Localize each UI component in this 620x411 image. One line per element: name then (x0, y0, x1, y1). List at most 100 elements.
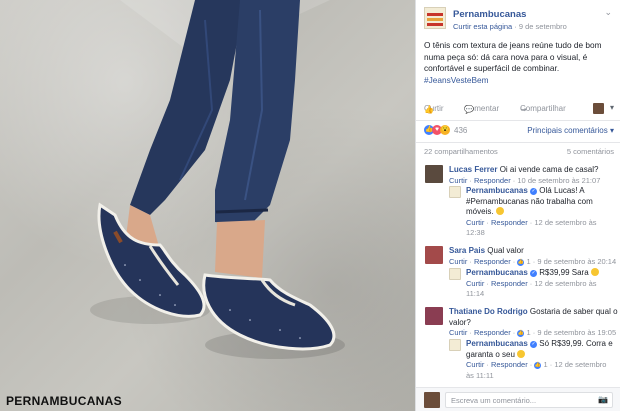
verified-badge-icon: ✓ (530, 270, 538, 277)
shoe-illustration (90, 0, 345, 359)
comment-meta: Curtir · Responder · 👍 1 · 12 de setembr… (466, 360, 607, 369)
comment-text: Só R$39,99. Corra e (539, 339, 613, 348)
comment-text: Qual valor (487, 246, 524, 255)
brand-watermark: PERNAMBUCANAS (6, 394, 122, 408)
post-date[interactable]: 9 de setembro (519, 22, 567, 31)
avatar[interactable] (425, 307, 443, 325)
chevron-down-icon[interactable]: ▾ (610, 103, 614, 112)
comment-text: #Pernambucanas não trabalha com (466, 196, 593, 206)
comment-time[interactable]: 9 de setembro às 19:05 (537, 328, 616, 337)
comment-meta: Curtir · Responder · 👍 1 · 9 de setembro… (449, 256, 617, 266)
post-photo[interactable]: PERNAMBUCANAS (0, 0, 415, 411)
comment-reply-link[interactable]: Responder (491, 279, 528, 288)
comment-time[interactable]: 12 de setembro às (534, 218, 596, 227)
viewer-avatar[interactable] (593, 103, 604, 114)
comment-time[interactable]: 11:14 (466, 289, 484, 298)
comment-reply-link[interactable]: Responder (474, 328, 511, 337)
comment-time[interactable]: 9 de setembro às 20:14 (537, 257, 616, 266)
camera-icon[interactable]: 📷 (598, 395, 608, 404)
avatar[interactable] (425, 246, 443, 264)
smiley-emoji-icon (517, 349, 526, 358)
comment-text: móveis. (466, 207, 494, 216)
comment-text: Oi ai vende cama de casal? (499, 165, 599, 174)
smiley-emoji-icon (495, 207, 504, 215)
post-header: Pernambucanas Curtir esta página · 9 de … (424, 7, 614, 35)
share-button[interactable]: ↪ Compartilhar (520, 104, 566, 114)
like-page-link[interactable]: Curtir esta página (453, 22, 512, 31)
comment-text: garanta o seu (466, 349, 515, 359)
comment-body: Pernambucanas ✓ R$39,99 Sara Curtir · Re… (466, 268, 599, 300)
page-avatar[interactable] (424, 7, 446, 29)
comment-time[interactable]: 12:38 (466, 228, 485, 237)
comment-sort-dropdown[interactable]: Principais comentários ▾ (527, 126, 614, 135)
post-meta: Curtir esta página · 9 de setembro (453, 22, 567, 31)
commenter-name[interactable]: Sara Pais (449, 246, 485, 255)
comment-text: Gostaria de saber qual o (529, 307, 618, 316)
comment-meta: Curtir · Responder · 12 de setembro às (466, 278, 597, 288)
comment-body: Sara Pais Qual valor Curtir · Responder … (449, 246, 616, 267)
page-name-link[interactable]: Pernambucanas (453, 9, 526, 20)
reactions-bar[interactable]: 👍 ♥ 😮 436 Principais comentários ▾ (424, 125, 614, 139)
write-comment-bar: Escreva um comentário... 📷 (416, 387, 620, 411)
commenter-name[interactable]: Thatiane Do Rodrigo (449, 307, 528, 316)
engagement-counts: 22 compartilhamentos 5 comentários (424, 147, 614, 156)
comment-text: Olá Lucas! A (539, 186, 585, 195)
comment-body: Thatiane Do Rodrigo Gostaria de saber qu… (449, 307, 618, 339)
divider (416, 142, 620, 143)
post-side-panel: Pernambucanas Curtir esta página · 9 de … (415, 0, 620, 411)
comment-like-count[interactable]: 1 (543, 360, 547, 369)
comment-text: R$39,99 Sara (539, 268, 589, 277)
comment-like-count[interactable]: 1 (526, 257, 530, 266)
comment-like-link[interactable]: Curtir (449, 328, 467, 337)
comment-time[interactable]: 12 de setembro às (534, 279, 596, 288)
comment-like-link[interactable]: Curtir (449, 176, 467, 185)
like-button[interactable]: 👍 Curtir (424, 104, 444, 114)
comment-time[interactable]: 12 de setembro (554, 360, 606, 369)
commenter-name[interactable]: Pernambucanas (466, 339, 528, 348)
comment-list: Lucas Ferrer Oi ai vende cama de casal? … (416, 161, 620, 385)
comment-text: valor? (449, 317, 471, 327)
comment-reply-link[interactable]: Responder (491, 360, 528, 369)
comment-input[interactable]: Escreva um comentário... 📷 (445, 392, 613, 408)
divider (416, 120, 620, 121)
verified-badge-icon: ✓ (530, 341, 538, 348)
share-count[interactable]: 22 compartilhamentos (424, 147, 498, 156)
comment-meta: Curtir · Responder · 10 de setembro às 2… (449, 175, 601, 185)
chevron-down-icon[interactable]: ⌄ (604, 7, 612, 18)
comment-count[interactable]: 5 comentários (567, 147, 614, 156)
commenter-name[interactable]: Pernambucanas (466, 268, 528, 277)
comment-reply-link[interactable]: Responder (491, 218, 528, 227)
commenter-name[interactable]: Lucas Ferrer (449, 165, 497, 174)
comment-like-link[interactable]: Curtir (449, 257, 467, 266)
thumbs-up-icon: 👍 (424, 105, 434, 114)
comment-meta: Curtir · Responder · 👍 1 · 9 de setembro… (449, 328, 617, 337)
page-reply-avatar[interactable] (449, 339, 461, 351)
comment-input-placeholder: Escreva um comentário... (451, 396, 537, 405)
comment-like-link[interactable]: Curtir (466, 218, 484, 227)
smiley-emoji-icon (590, 268, 599, 276)
share-icon: ↪ (520, 105, 527, 114)
reaction-count[interactable]: 436 (454, 126, 467, 135)
meta-separator: · (512, 22, 519, 31)
comment-reply-link[interactable]: Responder (474, 176, 511, 185)
like-count-icon: 👍 (517, 258, 525, 266)
comment-like-count[interactable]: 1 (526, 328, 530, 337)
comment-meta: Curtir · Responder · 12 de setembro às (466, 217, 597, 227)
avatar[interactable] (425, 165, 443, 183)
comment-body: Pernambucanas ✓ Olá Lucas! A #Pernambuca… (466, 186, 597, 239)
comment-body: Lucas Ferrer Oi ai vende cama de casal? … (449, 165, 600, 186)
page-reply-avatar[interactable] (449, 268, 461, 280)
viewer-avatar[interactable] (424, 392, 440, 408)
comment-like-link[interactable]: Curtir (466, 360, 484, 369)
post-text: O tênis com textura de jeans reúne tudo … (424, 40, 616, 86)
page-reply-avatar[interactable] (449, 186, 461, 198)
wow-reaction-icon: 😮 (440, 125, 450, 135)
comment-reply-link[interactable]: Responder (474, 257, 511, 266)
comment-time[interactable]: às 11:11 (466, 371, 494, 380)
comment-time[interactable]: 10 de setembro às 21:07 (517, 176, 600, 185)
hashtag-link[interactable]: #JeansVesteBem (424, 75, 489, 85)
comment-icon: 💬 (464, 105, 474, 114)
comment-button[interactable]: 💬 Comentar (464, 104, 499, 114)
comment-like-link[interactable]: Curtir (466, 279, 484, 288)
commenter-name[interactable]: Pernambucanas (466, 186, 528, 195)
